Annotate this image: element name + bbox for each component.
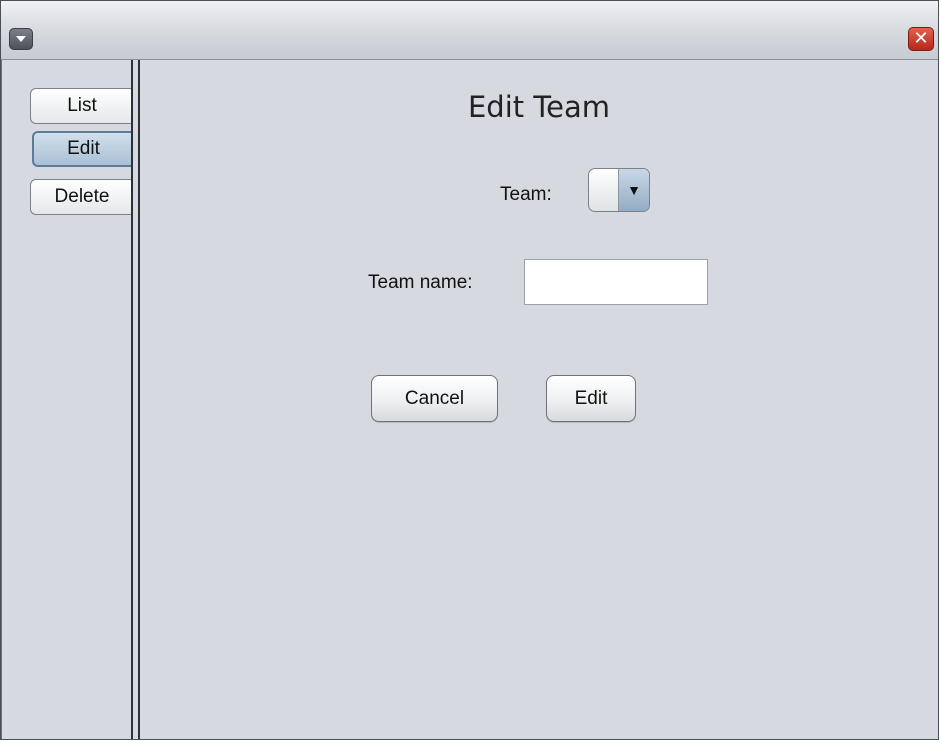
page-title: Edit Team [467, 90, 611, 124]
tab-delete[interactable]: Delete [30, 179, 133, 215]
team-label: Team: [500, 184, 552, 205]
team-name-label: Team name: [368, 272, 473, 293]
team-name-input[interactable] [524, 259, 708, 305]
cancel-button[interactable]: Cancel [371, 375, 498, 422]
team-combobox[interactable]: ▼ [588, 168, 650, 212]
tab-list[interactable]: List [30, 88, 133, 124]
application-window: ✕ List Edit Delete Edit Team Team: ▼ Tea… [0, 0, 939, 740]
window-menu-icon[interactable] [9, 28, 33, 50]
tab-divider [131, 60, 140, 739]
tab-strip: List Edit Delete [1, 60, 133, 739]
tab-edit[interactable]: Edit [32, 131, 133, 167]
title-bar[interactable]: ✕ [1, 1, 938, 60]
edit-button[interactable]: Edit [546, 375, 636, 422]
content-area: List Edit Delete Edit Team Team: ▼ Team … [1, 60, 938, 739]
chevron-down-icon[interactable]: ▼ [618, 169, 649, 211]
close-icon[interactable]: ✕ [908, 27, 934, 51]
